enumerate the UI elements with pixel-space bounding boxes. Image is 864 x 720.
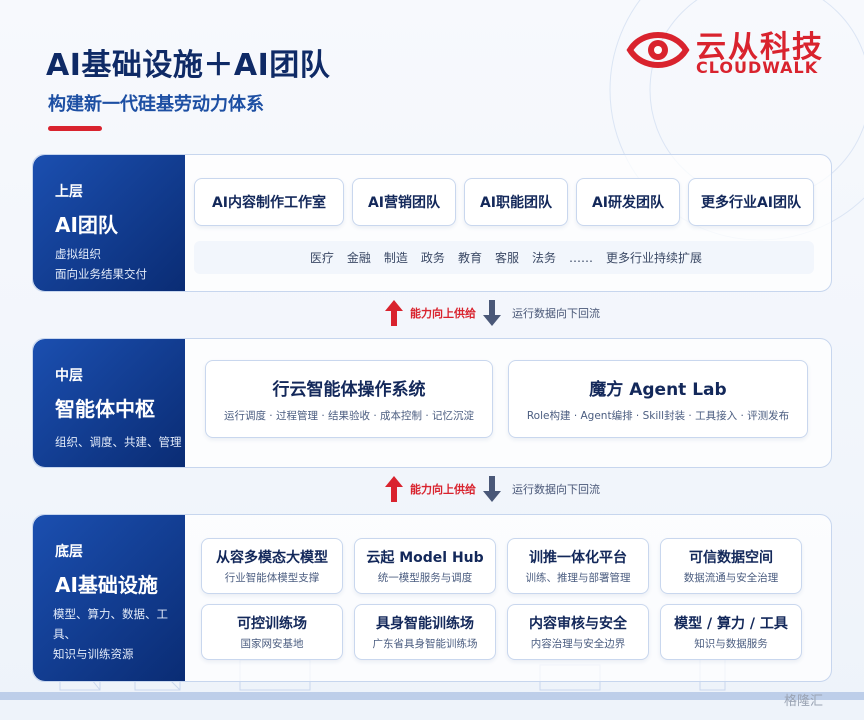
middle-layer-desc: 组织、调度、共建、管理 (55, 435, 182, 449)
bottom-layer-tier: 底层 (55, 544, 83, 560)
infra-card-title: 具身智能训练场 (376, 616, 474, 632)
industry-item: 客服 (494, 251, 519, 265)
top-layer-side: 上层 AI团队 虚拟组织 面向业务结果交付 (33, 155, 185, 291)
infra-card-training-platform[interactable]: 训推一体化平台 训练、推理与部署管理 (507, 538, 649, 594)
infra-card-resources[interactable]: 模型 / 算力 / 工具 知识与数据服务 (660, 604, 802, 660)
team-card-marketing[interactable]: AI营销团队 (352, 178, 456, 226)
bottom-layer-desc-line: 知识与训练资源 (53, 647, 134, 661)
middle-layer-name: 智能体中枢 (55, 397, 155, 421)
infra-card-model[interactable]: 从容多模态大模型 行业智能体模型支撑 (201, 538, 343, 594)
flow-down-label: 运行数据向下回流 (512, 483, 600, 496)
infra-card-title: 可信数据空间 (689, 550, 773, 566)
top-layer-tier: 上层 (55, 184, 83, 200)
agent-lab-card-title: 魔方 Agent Lab (589, 380, 727, 400)
team-card-label: 更多行业AI团队 (700, 195, 802, 211)
infra-card-sub: 行业智能体模型支撑 (224, 572, 320, 584)
industry-item: 更多行业持续扩展 (605, 251, 702, 265)
team-card-rnd[interactable]: AI研发团队 (576, 178, 680, 226)
arrow-up-icon (385, 300, 403, 326)
team-card-label: AI研发团队 (591, 195, 665, 211)
infra-card-title: 训推一体化平台 (529, 550, 627, 566)
infra-card-title: 内容审核与安全 (529, 616, 627, 632)
title-accent-bar (48, 126, 102, 131)
top-layer-name: AI团队 (55, 213, 118, 237)
flow-down-label: 运行数据向下回流 (512, 307, 600, 320)
infra-card-model-hub[interactable]: 云起 Model Hub 统一模型服务与调度 (354, 538, 496, 594)
top-layer-desc-line: 虚拟组织 (55, 247, 101, 261)
infra-card-title: 模型 / 算力 / 工具 (674, 616, 788, 632)
page-title: AI基础设施＋AI团队 (46, 48, 331, 83)
infra-card-embodied-field[interactable]: 具身智能训练场 广东省具身智能训练场 (354, 604, 496, 660)
arrow-up-icon (385, 476, 403, 502)
flow-up-label: 能力向上供给 (410, 483, 476, 496)
industry-item: 金融 (346, 251, 371, 265)
middle-layer-side: 中层 智能体中枢 组织、调度、共建、管理 (33, 339, 185, 467)
infra-card-sub: 内容治理与安全边界 (530, 638, 626, 650)
infra-card-sub: 统一模型服务与调度 (377, 572, 473, 584)
team-card-more[interactable]: 更多行业AI团队 (688, 178, 814, 226)
bottom-layer-side: 底层 AI基础设施 模型、算力、数据、工具、 知识与训练资源 (33, 515, 185, 681)
infra-card-sub: 广东省具身智能训练场 (372, 638, 478, 650)
industry-item: 教育 (457, 251, 482, 265)
agent-lab-card-sub: Role构建 · Agent编排 · Skill封装 · 工具接入 · 评测发布 (526, 410, 790, 422)
top-layer-desc: 虚拟组织 面向业务结果交付 (55, 244, 185, 284)
infra-card-title: 从容多模态大模型 (216, 550, 328, 566)
os-card-title: 行云智能体操作系统 (272, 380, 426, 400)
infra-card-content-audit[interactable]: 内容审核与安全 内容治理与安全边界 (507, 604, 649, 660)
os-card-sub: 运行调度 · 过程管理 · 结果验收 · 成本控制 · 记忆沉淀 (223, 410, 475, 422)
industry-item: 法务 (531, 251, 556, 265)
infra-card-data-space[interactable]: 可信数据空间 数据流通与安全治理 (660, 538, 802, 594)
middle-layer-tier: 中层 (55, 368, 83, 384)
logo-text-en: CLOUDWALK (696, 58, 819, 77)
company-logo: 云从科技 CLOUDWALK (626, 20, 836, 80)
team-card-label: AI内容制作工作室 (211, 195, 327, 211)
infra-card-sub: 知识与数据服务 (694, 638, 768, 650)
industry-strip: 医疗 金融 制造 政务 教育 客服 法务 …… 更多行业持续扩展 (194, 241, 814, 274)
team-card-content[interactable]: AI内容制作工作室 (194, 178, 344, 226)
eye-logo-icon (626, 32, 690, 68)
arrow-down-icon (483, 476, 501, 502)
arrow-down-icon (483, 300, 501, 326)
top-layer-desc-line: 面向业务结果交付 (55, 267, 147, 281)
infra-card-sub: 训练、推理与部署管理 (525, 572, 631, 584)
industry-item: …… (568, 250, 593, 265)
os-card[interactable]: 行云智能体操作系统 运行调度 · 过程管理 · 结果验收 · 成本控制 · 记忆… (205, 360, 493, 438)
infra-card-sub: 国家网安基地 (240, 638, 304, 650)
bottom-layer-name: AI基础设施 (55, 573, 158, 597)
infra-card-title: 云起 Model Hub (366, 550, 484, 566)
flow-up-label: 能力向上供给 (410, 307, 476, 320)
team-card-functional[interactable]: AI职能团队 (464, 178, 568, 226)
infra-card-title: 可控训练场 (237, 616, 307, 632)
agent-lab-card[interactable]: 魔方 Agent Lab Role构建 · Agent编排 · Skill封装 … (508, 360, 808, 438)
team-card-label: AI职能团队 (479, 195, 553, 211)
flow-indicator-top: 能力向上供给 运行数据向下回流 (384, 296, 600, 330)
industry-item: 政务 (420, 251, 445, 265)
bottom-layer-desc: 模型、算力、数据、工具、 知识与训练资源 (53, 604, 185, 664)
flow-indicator-bottom: 能力向上供给 运行数据向下回流 (384, 472, 600, 506)
bottom-layer-desc-line: 模型、算力、数据、工具、 (53, 607, 168, 641)
infra-card-sub: 数据流通与安全治理 (683, 572, 779, 584)
team-card-label: AI营销团队 (367, 195, 441, 211)
watermark: 格隆汇 (784, 694, 824, 709)
infra-card-controlled-field[interactable]: 可控训练场 国家网安基地 (201, 604, 343, 660)
bottom-stripe (0, 692, 864, 700)
industry-item: 医疗 (309, 251, 334, 265)
page-subtitle: 构建新一代硅基劳动力体系 (48, 94, 264, 115)
industry-item: 制造 (383, 251, 408, 265)
